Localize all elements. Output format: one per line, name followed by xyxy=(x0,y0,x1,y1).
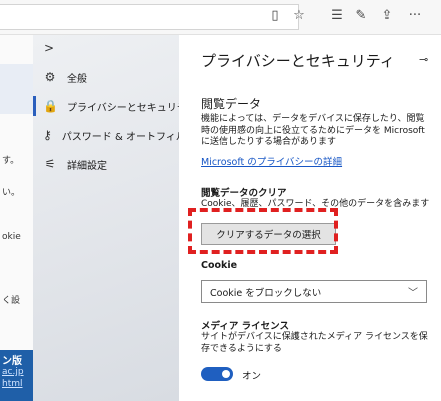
page-title: プライバシーとセキュリティ xyxy=(201,52,395,70)
media-license-toggle-label: オン xyxy=(242,371,262,382)
favorites-list-icon[interactable]: ☰ xyxy=(328,6,346,26)
settings-nav-pane: > ⚙ 全般 🔒 プライバシーとセキュリティ ⚷ パスワード & オートフィル … xyxy=(33,35,196,401)
clear-data-heading: 閲覧データのクリア xyxy=(201,188,287,199)
browser-toolbar: ▯ ☆ ☰ ✎ ⇪ ··· xyxy=(0,0,441,35)
nav-item-label: プライバシーとセキュリティ xyxy=(67,102,197,114)
choose-what-to-clear-button[interactable]: クリアするデータの選択 xyxy=(201,223,336,245)
reading-view-icon[interactable]: ▯ xyxy=(266,6,284,26)
pen-icon[interactable]: ✎ xyxy=(352,6,370,26)
lock-icon: 🔒 xyxy=(43,99,58,113)
cookie-select-value: Cookie をブロックしない xyxy=(210,287,322,299)
banner-text: ン版 xyxy=(2,356,22,367)
toggle-knob xyxy=(222,370,230,378)
page-content: す。 い。 okie く設 xyxy=(0,35,33,401)
privacy-details-link[interactable]: Microsoft のプライバシーの詳細 xyxy=(201,154,342,168)
chevron-down-icon: ﹀ xyxy=(408,288,418,299)
cookie-select[interactable]: Cookie をブロックしない ﹀ xyxy=(201,280,427,303)
page-banner: ン版 ac.jp html xyxy=(0,350,33,401)
nav-item-general[interactable]: ⚙ 全般 xyxy=(33,64,179,90)
nav-item-passwords-autofill[interactable]: ⚷ パスワード & オートフィル xyxy=(33,122,186,148)
pin-icon[interactable]: ⊸ xyxy=(419,53,428,66)
nav-item-advanced[interactable]: ⚟ 詳細設定 xyxy=(33,151,179,177)
cookie-heading: Cookie xyxy=(201,260,238,271)
banner-link[interactable]: html xyxy=(2,379,23,389)
favorite-star-icon[interactable]: ☆ xyxy=(290,6,308,26)
page-image xyxy=(0,64,33,114)
page-text-fragment: く設 xyxy=(2,296,21,306)
page-text-fragment: okie xyxy=(2,232,21,242)
key-icon: ⚷ xyxy=(43,128,52,142)
more-icon[interactable]: ··· xyxy=(406,6,424,26)
address-bar[interactable] xyxy=(0,4,299,30)
chevron-right-icon[interactable]: > xyxy=(44,41,54,55)
banner-link[interactable]: ac.jp xyxy=(2,367,24,377)
gear-icon: ⚙ xyxy=(44,70,56,84)
media-license-toggle[interactable] xyxy=(201,367,233,381)
media-license-description: サイトがデバイスに保護されたメディア ライセンスを保存できるようにする xyxy=(201,332,428,354)
clear-data-description: Cookie、履歴、パスワード、その他のデータを含みます xyxy=(201,199,430,209)
nav-item-label: パスワード & オートフィル xyxy=(61,131,186,143)
nav-item-label: 詳細設定 xyxy=(67,160,107,172)
nav-item-privacy-security[interactable]: 🔒 プライバシーとセキュリティ xyxy=(33,93,196,119)
browsing-data-heading: 閲覧データ xyxy=(201,97,262,111)
sliders-icon: ⚟ xyxy=(44,157,56,171)
page-text-fragment: す。 xyxy=(2,156,20,166)
settings-detail-pane: プライバシーとセキュリティ ⊸ 閲覧データ 機能によっては、データをデバイスに保… xyxy=(179,35,441,401)
media-license-heading: メディア ライセンス xyxy=(201,321,289,332)
browsing-data-description: 機能によっては、データをデバイスに保存したり、閲覧時の使用感の向上に役立てるため… xyxy=(201,114,425,147)
page-text-fragment: い。 xyxy=(2,188,21,198)
nav-item-label: 全般 xyxy=(67,73,87,85)
share-icon[interactable]: ⇪ xyxy=(378,6,396,26)
